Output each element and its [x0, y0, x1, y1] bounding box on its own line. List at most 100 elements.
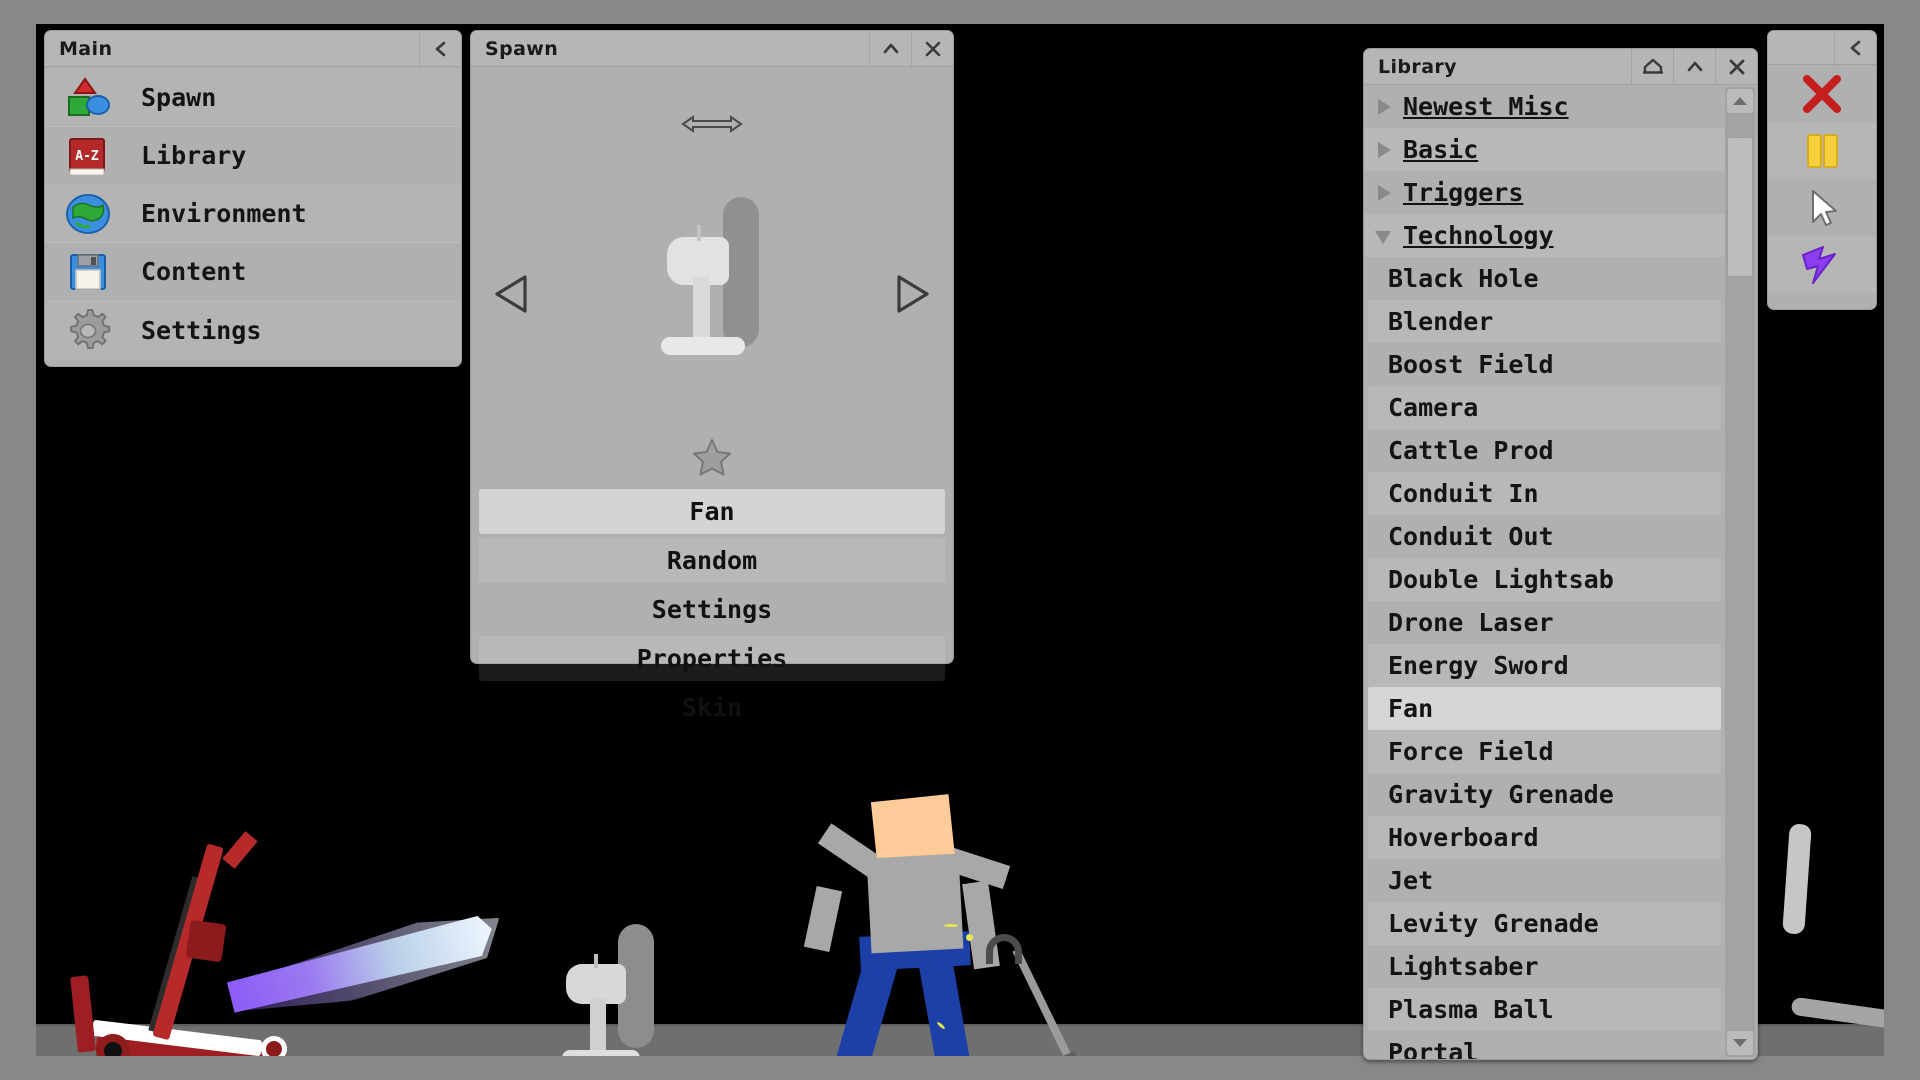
main-item-content[interactable]: Content — [45, 243, 461, 301]
library-item[interactable]: Jet — [1368, 859, 1721, 902]
chevron-right-icon — [1378, 98, 1391, 115]
lightsaber-blade — [1790, 996, 1884, 1036]
spawn-preview-area[interactable] — [471, 67, 953, 437]
library-scroll-track[interactable] — [1727, 115, 1753, 1029]
spawn-button-settings[interactable]: Settings — [479, 587, 945, 632]
library-item[interactable]: Plasma Ball — [1368, 988, 1721, 1031]
library-scroll-thumb[interactable] — [1727, 137, 1753, 277]
library-item[interactable]: Portal — [1368, 1031, 1721, 1059]
library-item-label: Blender — [1388, 307, 1494, 336]
library-item[interactable]: Conduit Out — [1368, 515, 1721, 558]
fan-pin — [594, 954, 598, 968]
library-group-technology[interactable]: Technology — [1364, 214, 1725, 257]
library-item-label: Camera — [1388, 393, 1479, 422]
main-item-label: Content — [141, 257, 247, 286]
tool-delete-button[interactable] — [1768, 65, 1876, 122]
tool-panel-collapse-button[interactable] — [1834, 30, 1876, 65]
library-item[interactable]: Blender — [1368, 300, 1721, 343]
fan-base — [562, 1050, 640, 1056]
spawn-button-random[interactable]: Random — [479, 538, 945, 583]
library-item[interactable]: Drone Laser — [1368, 601, 1721, 644]
library-item[interactable]: Black Hole — [1368, 257, 1721, 300]
spawn-button-label: Fan — [689, 497, 735, 526]
scene-object-lightsaber[interactable] — [1790, 979, 1884, 1049]
scene-object-scooter[interactable] — [56, 794, 476, 1056]
spawn-button-label: Skin — [681, 693, 743, 722]
scene-object-fan[interactable] — [548, 922, 698, 1056]
library-item[interactable]: Double Lightsab — [1368, 558, 1721, 601]
chevron-up-icon — [1687, 61, 1702, 71]
character-arm-left-lower — [803, 885, 843, 953]
scene-object-cattle-prod[interactable] — [986, 934, 1176, 1056]
library-item[interactable]: Gravity Grenade — [1368, 773, 1721, 816]
spawn-button-skin[interactable]: Skin — [479, 685, 945, 730]
main-panel-collapse-button[interactable] — [419, 31, 461, 66]
library-scrollbar[interactable] — [1725, 87, 1755, 1057]
library-panel: Library Newest Misc Basic Triggers Techn… — [1363, 48, 1758, 1060]
svg-text:A-Z: A-Z — [75, 149, 99, 164]
library-item-label: Force Field — [1388, 737, 1554, 766]
scooter-fork — [70, 975, 96, 1053]
scooter-handlebar — [222, 831, 258, 869]
library-group-label: Triggers — [1403, 178, 1524, 207]
main-item-settings[interactable]: Settings — [45, 301, 461, 359]
spawn-panel-collapse-button[interactable] — [869, 31, 911, 66]
main-item-environment[interactable]: Environment — [45, 185, 461, 243]
preview-fan-neck — [693, 277, 710, 343]
library-item[interactable]: Levity Grenade — [1368, 902, 1721, 945]
main-item-library[interactable]: A-Z Library — [45, 127, 461, 185]
library-item[interactable]: Force Field — [1368, 730, 1721, 773]
close-icon — [1729, 59, 1744, 74]
library-group-newest-misc[interactable]: Newest Misc — [1364, 85, 1725, 128]
character-torso — [866, 853, 964, 954]
library-item-selected[interactable]: Fan — [1368, 687, 1721, 730]
main-panel-titlebar[interactable]: Main — [45, 31, 461, 67]
library-panel-titlebar[interactable]: Library — [1364, 49, 1757, 85]
spawn-button-properties[interactable]: Properties — [479, 636, 945, 681]
main-item-label: Library — [141, 141, 247, 170]
library-item[interactable]: Hoverboard — [1368, 816, 1721, 859]
main-menu-list: Spawn A-Z Library Environment Content Se… — [45, 67, 461, 363]
library-item-label: Jet — [1388, 866, 1434, 895]
spawn-prev-button[interactable] — [493, 272, 533, 320]
tool-physics-button[interactable] — [1768, 236, 1876, 293]
spawn-panel-close-button[interactable] — [911, 31, 953, 66]
shapes-icon — [63, 73, 113, 123]
library-item[interactable]: Lightsaber — [1368, 945, 1721, 988]
spark — [966, 934, 973, 941]
tool-pause-button[interactable] — [1768, 122, 1876, 179]
spawn-button-fan[interactable]: Fan — [479, 489, 945, 534]
triangle-left-icon — [495, 275, 527, 313]
book-a-z-icon: A-Z — [63, 131, 113, 181]
spawn-panel-titlebar[interactable]: Spawn — [471, 31, 953, 67]
scene-object-lightsaber-upright[interactable] — [1782, 823, 1812, 935]
spawn-panel: Spawn Fan Random Settings Properties Ski… — [470, 30, 954, 722]
spawn-favorite-row — [471, 437, 953, 489]
spawn-button-label: Random — [666, 546, 758, 575]
library-item[interactable]: Camera — [1368, 386, 1721, 429]
library-group-basic[interactable]: Basic — [1364, 128, 1725, 171]
horizontal-resize-arrow-icon[interactable] — [681, 113, 743, 139]
library-scroll-up-button[interactable] — [1727, 89, 1753, 113]
library-item[interactable]: Boost Field — [1368, 343, 1721, 386]
library-group-triggers[interactable]: Triggers — [1364, 171, 1725, 214]
tool-select-button[interactable] — [1768, 179, 1876, 236]
chevron-down-icon — [1375, 231, 1391, 244]
spawn-next-button[interactable] — [891, 272, 931, 320]
library-item-label: Levity Grenade — [1388, 909, 1599, 938]
library-item-label: Conduit In — [1388, 479, 1539, 508]
library-scroll-down-button[interactable] — [1727, 1031, 1753, 1055]
spark — [944, 924, 958, 927]
tool-panel-titlebar[interactable] — [1768, 30, 1876, 65]
library-home-button[interactable] — [1631, 49, 1673, 84]
main-item-spawn[interactable]: Spawn — [45, 69, 461, 127]
library-item[interactable]: Conduit In — [1368, 472, 1721, 515]
library-item-label: Lightsaber — [1388, 952, 1539, 981]
scroll-up-arrow-icon — [1733, 97, 1747, 105]
library-item[interactable]: Energy Sword — [1368, 644, 1721, 687]
library-collapse-button[interactable] — [1673, 49, 1715, 84]
star-icon[interactable] — [691, 437, 733, 481]
library-close-button[interactable] — [1715, 49, 1757, 84]
library-item[interactable]: Cattle Prod — [1368, 429, 1721, 472]
chevron-up-icon — [883, 43, 898, 53]
